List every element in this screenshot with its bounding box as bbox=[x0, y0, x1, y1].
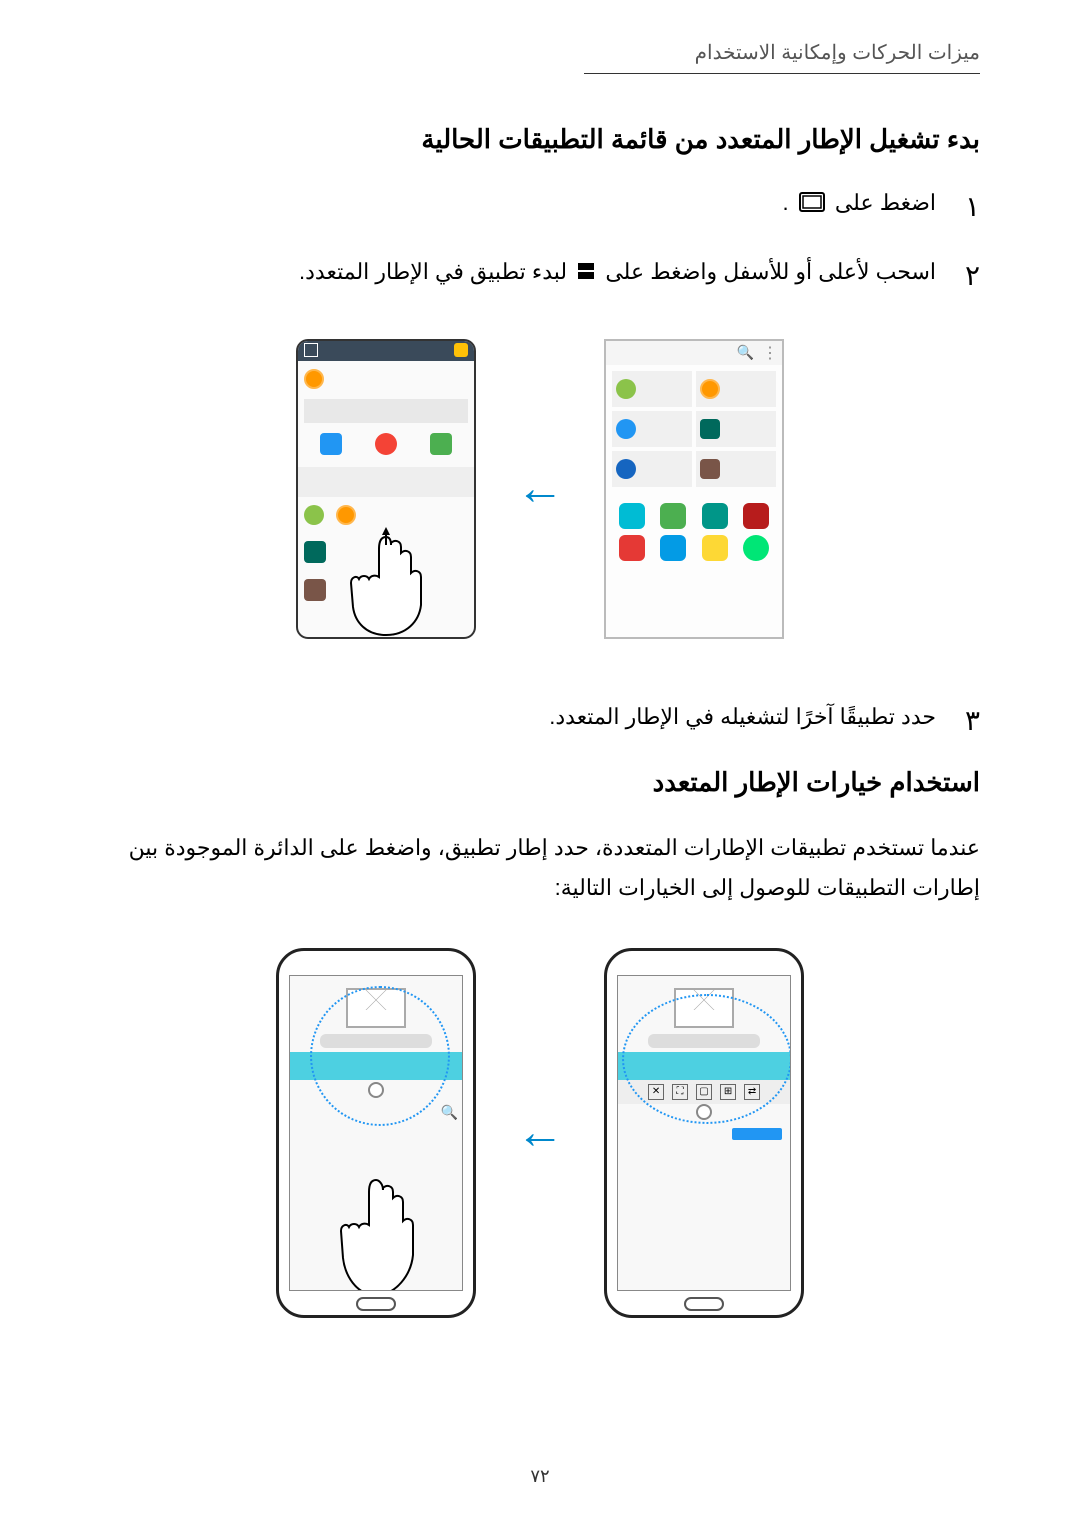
search-icon: 🔍 bbox=[441, 1104, 458, 1120]
app-icon bbox=[743, 503, 769, 529]
step1-text: اضغط على . bbox=[100, 185, 936, 222]
phone-options-expanded: ⇄ ⊞ ▢ ⛶ ✕ bbox=[604, 948, 804, 1318]
slider bbox=[732, 1128, 782, 1140]
highlight-circle bbox=[310, 986, 450, 1126]
arrow-left-icon: ← bbox=[516, 461, 564, 516]
page-header: ميزات الحركات وإمكانية الاستخدام bbox=[584, 40, 980, 74]
page-number: ٧٢ bbox=[0, 1466, 1080, 1487]
app-icon bbox=[619, 535, 645, 561]
app-icon bbox=[304, 579, 326, 601]
step2-text: اسحب لأعلى أو للأسفل واضغط على لبدء تطبي… bbox=[100, 254, 936, 291]
multiwindow-icon bbox=[577, 255, 595, 290]
step2-text-b: لبدء تطبيق في الإطار المتعدد. bbox=[299, 259, 567, 284]
app-icon bbox=[619, 503, 645, 529]
app-icon bbox=[743, 535, 769, 561]
search-icon: 🔍 bbox=[737, 344, 754, 361]
phone-recent-apps bbox=[296, 339, 476, 639]
more-icon: ⋮ bbox=[762, 343, 776, 363]
figure-2: 🔍 ← ⇄ ⊞ ▢ ⛶ ✕ bbox=[100, 948, 980, 1318]
step3-text: حدد تطبيقًا آخرًا لتشغيله في الإطار المت… bbox=[100, 699, 936, 734]
step1-text-a: اضغط على bbox=[835, 190, 936, 215]
recent-apps-icon bbox=[799, 187, 825, 222]
section1-title: بدء تشغيل الإطار المتعدد من قائمة التطبي… bbox=[100, 124, 980, 155]
step1-number: ١ bbox=[952, 185, 980, 230]
phone-handle-tap: 🔍 bbox=[276, 948, 476, 1318]
app-icon bbox=[702, 503, 728, 529]
app-icon bbox=[660, 535, 686, 561]
arrow-left-icon: ← bbox=[516, 1105, 564, 1160]
section2-body: عندما تستخدم تطبيقات الإطارات المتعددة، … bbox=[100, 828, 980, 907]
app-icon bbox=[320, 433, 342, 455]
figure-1: ← ⋮ 🔍 bbox=[100, 339, 980, 639]
home-button bbox=[356, 1297, 396, 1311]
step-1: ١ اضغط على . bbox=[100, 185, 980, 230]
step1-text-b: . bbox=[782, 190, 788, 215]
app-icon bbox=[304, 505, 324, 525]
clock-icon bbox=[336, 505, 356, 525]
step3-number: ٣ bbox=[952, 699, 980, 744]
step2-text-a: اسحب لأعلى أو للأسفل واضغط على bbox=[605, 259, 936, 284]
split-icon bbox=[304, 343, 318, 357]
app-icon bbox=[430, 433, 452, 455]
app-icon bbox=[702, 535, 728, 561]
app-icon bbox=[304, 541, 326, 563]
home-button bbox=[684, 1297, 724, 1311]
hand-tap-icon bbox=[326, 1170, 426, 1291]
step2-number: ٢ bbox=[952, 254, 980, 299]
status-icon bbox=[454, 343, 468, 357]
step-2: ٢ اسحب لأعلى أو للأسفل واضغط على لبدء تط… bbox=[100, 254, 980, 299]
phone-app-list: ⋮ 🔍 bbox=[604, 339, 784, 639]
step-3: ٣ حدد تطبيقًا آخرًا لتشغيله في الإطار ال… bbox=[100, 699, 980, 744]
section2-title: استخدام خيارات الإطار المتعدد bbox=[100, 767, 980, 798]
app-icon bbox=[375, 433, 397, 455]
app-icon bbox=[660, 503, 686, 529]
clock-icon bbox=[304, 369, 324, 389]
highlight-circle bbox=[622, 994, 791, 1124]
